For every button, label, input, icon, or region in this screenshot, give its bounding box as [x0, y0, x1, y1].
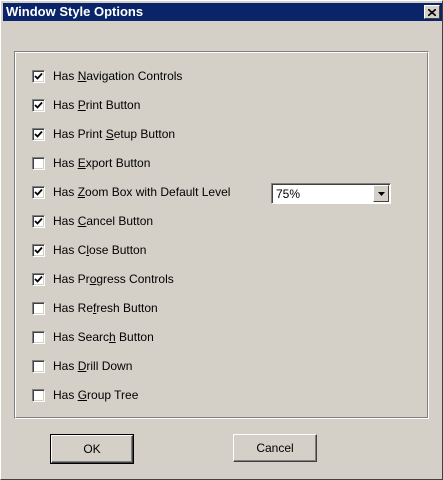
option-row[interactable]: Has Refresh Button — [32, 300, 158, 316]
option-label-mnemonic: h — [109, 330, 116, 344]
option-label: Has Close Button — [53, 243, 146, 257]
option-label-suffix: roup Tree — [87, 388, 139, 402]
checkmark-icon — [34, 246, 43, 254]
option-label: Has Print Button — [53, 98, 140, 112]
option-label-suffix: rill Down — [86, 359, 133, 373]
cancel-button[interactable]: Cancel — [233, 434, 317, 462]
option-label-suffix: rint Button — [85, 98, 141, 112]
option-label-suffix: oom Box with Default Level — [85, 185, 231, 199]
option-checkbox[interactable] — [32, 98, 45, 112]
option-label-suffix: xport Button — [85, 156, 151, 170]
option-label-mnemonic: S — [105, 127, 114, 141]
zoom-level-select[interactable]: 75% — [271, 183, 391, 204]
option-label-prefix: Has Searc — [53, 330, 110, 344]
option-label-suffix: ose Button — [89, 243, 147, 257]
checkmark-icon — [34, 188, 43, 196]
option-row[interactable]: Has Zoom Box with Default Level — [32, 184, 230, 200]
option-label: Has Print Setup Button — [53, 127, 175, 141]
option-row[interactable]: Has Export Button — [32, 155, 150, 171]
option-checkbox[interactable] — [32, 69, 45, 83]
option-label-prefix: Has — [53, 388, 78, 402]
option-label-suffix: Button — [115, 330, 154, 344]
option-row[interactable]: Has Search Button — [32, 329, 154, 345]
option-label: Has Zoom Box with Default Level — [53, 185, 230, 199]
option-label-suffix: ancel Button — [86, 214, 154, 228]
option-row[interactable]: Has Close Button — [32, 242, 146, 258]
option-label-suffix: avigation Controls — [86, 69, 183, 83]
option-checkbox[interactable] — [32, 185, 45, 199]
option-checkbox[interactable] — [32, 272, 45, 286]
option-label: Has Search Button — [53, 330, 154, 344]
zoom-dropdown-button[interactable] — [373, 185, 389, 202]
window-style-options-dialog: Window Style Options Has Navigation Cont… — [0, 0, 443, 480]
option-label: Has Cancel Button — [53, 214, 153, 228]
option-label: Has Navigation Controls — [53, 69, 182, 83]
ok-button[interactable]: OK — [50, 434, 134, 464]
chevron-down-icon — [377, 191, 385, 196]
option-row[interactable]: Has Print Button — [32, 97, 140, 113]
checkmark-icon — [34, 217, 43, 225]
option-label: Has Refresh Button — [53, 301, 158, 315]
option-checkbox[interactable] — [32, 359, 45, 373]
option-label-suffix: resh Button — [96, 301, 158, 315]
option-label-mnemonic: G — [77, 388, 88, 402]
option-checkbox[interactable] — [32, 330, 45, 344]
checkmark-icon — [34, 130, 43, 138]
option-checkbox[interactable] — [32, 127, 45, 141]
option-label-mnemonic: P — [77, 98, 86, 112]
close-button[interactable] — [424, 5, 440, 19]
option-label-mnemonic: E — [77, 156, 86, 170]
zoom-level-value: 75% — [276, 187, 301, 201]
option-label-suffix: gress Controls — [96, 272, 174, 286]
option-label-suffix: etup Button — [113, 127, 176, 141]
option-checkbox[interactable] — [32, 156, 45, 170]
option-label: Has Group Tree — [53, 388, 138, 402]
option-row[interactable]: Has Drill Down — [32, 358, 132, 374]
checkmark-icon — [34, 101, 43, 109]
close-icon — [428, 8, 436, 16]
option-checkbox[interactable] — [32, 388, 45, 402]
option-label-prefix: Has — [53, 156, 78, 170]
option-checkbox[interactable] — [32, 243, 45, 257]
title-bar[interactable]: Window Style Options — [3, 3, 442, 21]
option-label-mnemonic: Z — [77, 185, 86, 199]
option-label-prefix: Has — [53, 214, 78, 228]
checkmark-icon — [34, 72, 43, 80]
option-label-prefix: Has C — [53, 243, 87, 257]
option-row[interactable]: Has Cancel Button — [32, 213, 153, 229]
dialog-title: Window Style Options — [6, 4, 144, 19]
option-row[interactable]: Has Navigation Controls — [32, 68, 182, 84]
option-row[interactable]: Has Group Tree — [32, 387, 138, 403]
option-label-prefix: Has — [53, 359, 78, 373]
option-label: Has Drill Down — [53, 359, 132, 373]
option-checkbox[interactable] — [32, 301, 45, 315]
option-label-prefix: Has — [53, 98, 78, 112]
option-label-prefix: Has — [53, 185, 78, 199]
option-label-prefix: Has Re — [53, 301, 94, 315]
option-checkbox[interactable] — [32, 214, 45, 228]
option-label-prefix: Has — [53, 69, 78, 83]
option-label: Has Export Button — [53, 156, 150, 170]
option-label-prefix: Has Pr — [53, 272, 90, 286]
option-row[interactable]: Has Progress Controls — [32, 271, 174, 287]
option-row[interactable]: Has Print Setup Button — [32, 126, 175, 142]
option-label-prefix: Has Print — [53, 127, 106, 141]
checkmark-icon — [34, 275, 43, 283]
option-label: Has Progress Controls — [53, 272, 174, 286]
